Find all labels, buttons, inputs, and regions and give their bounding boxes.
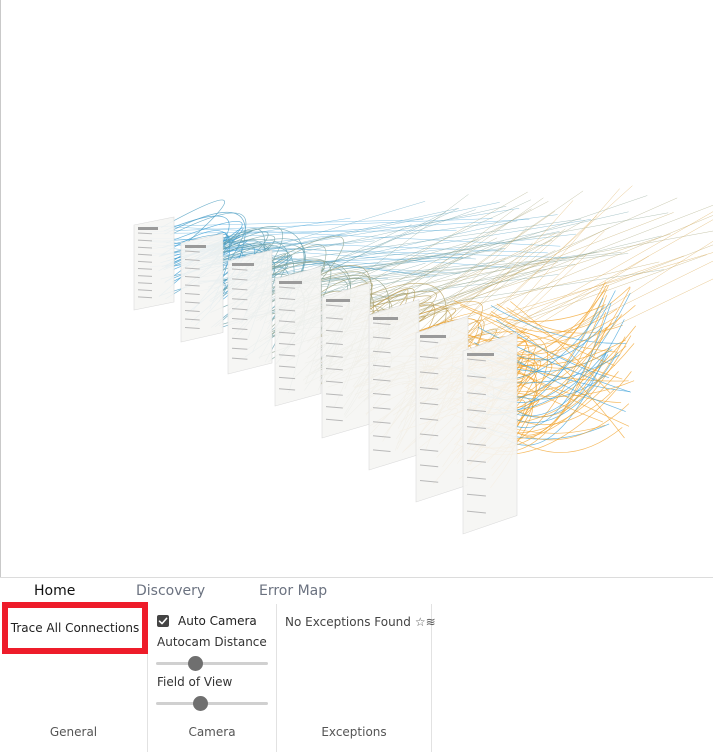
- connection-graph-3d[interactable]: [1, 0, 713, 577]
- page-title-bar: [420, 335, 446, 338]
- slider-thumb[interactable]: [188, 656, 204, 671]
- page-panel[interactable]: [321, 282, 371, 439]
- auto-camera-checkbox[interactable]: [157, 615, 169, 627]
- exceptions-status: No Exceptions Found ☆≋: [285, 615, 436, 629]
- sparkle-icon: ☆≋: [414, 615, 436, 629]
- slider-thumb[interactable]: [192, 696, 208, 711]
- ribbon-toolbar: Home Discovery Error Map General Camera …: [0, 577, 713, 752]
- page-panel[interactable]: [180, 233, 224, 343]
- group-camera-label: Camera: [188, 725, 236, 739]
- group-exceptions-label: Exceptions: [321, 725, 387, 739]
- exceptions-status-text: No Exceptions Found: [285, 615, 411, 629]
- autocam-distance-slider[interactable]: [156, 656, 268, 671]
- page-panel[interactable]: [133, 216, 175, 311]
- page-panel[interactable]: [227, 249, 273, 375]
- slider-track: [156, 662, 268, 665]
- field-of-view-label: Field of View: [157, 675, 233, 689]
- checkmark-icon: [158, 617, 168, 625]
- page-title-bar: [232, 263, 254, 266]
- page-title-bar: [467, 353, 494, 356]
- page-title-bar: [279, 281, 302, 284]
- visualization-viewport[interactable]: [0, 0, 713, 577]
- field-of-view-slider[interactable]: [156, 696, 268, 711]
- page-title-bar: [185, 245, 206, 248]
- page-panel[interactable]: [462, 332, 518, 535]
- page-panel[interactable]: [368, 299, 420, 471]
- tab-discovery[interactable]: Discovery: [136, 583, 205, 599]
- page-title-bar: [326, 299, 350, 302]
- slider-track: [156, 702, 268, 705]
- trace-all-connections-label: Trace All Connections: [10, 621, 140, 635]
- page-title-bar: [138, 227, 158, 230]
- group-general-label: General: [49, 725, 98, 739]
- auto-camera-label: Auto Camera: [178, 614, 257, 628]
- page-title-bar: [373, 317, 398, 320]
- autocam-distance-label: Autocam Distance: [157, 635, 267, 649]
- page-panel[interactable]: [415, 315, 469, 503]
- auto-camera-toggle[interactable]: Auto Camera: [157, 613, 257, 629]
- connection-line: [245, 205, 507, 266]
- tab-error-map[interactable]: Error Map: [259, 583, 327, 599]
- tab-home[interactable]: Home: [34, 583, 75, 599]
- trace-all-connections-button[interactable]: Trace All Connections: [2, 602, 148, 654]
- connection-line: [436, 255, 685, 343]
